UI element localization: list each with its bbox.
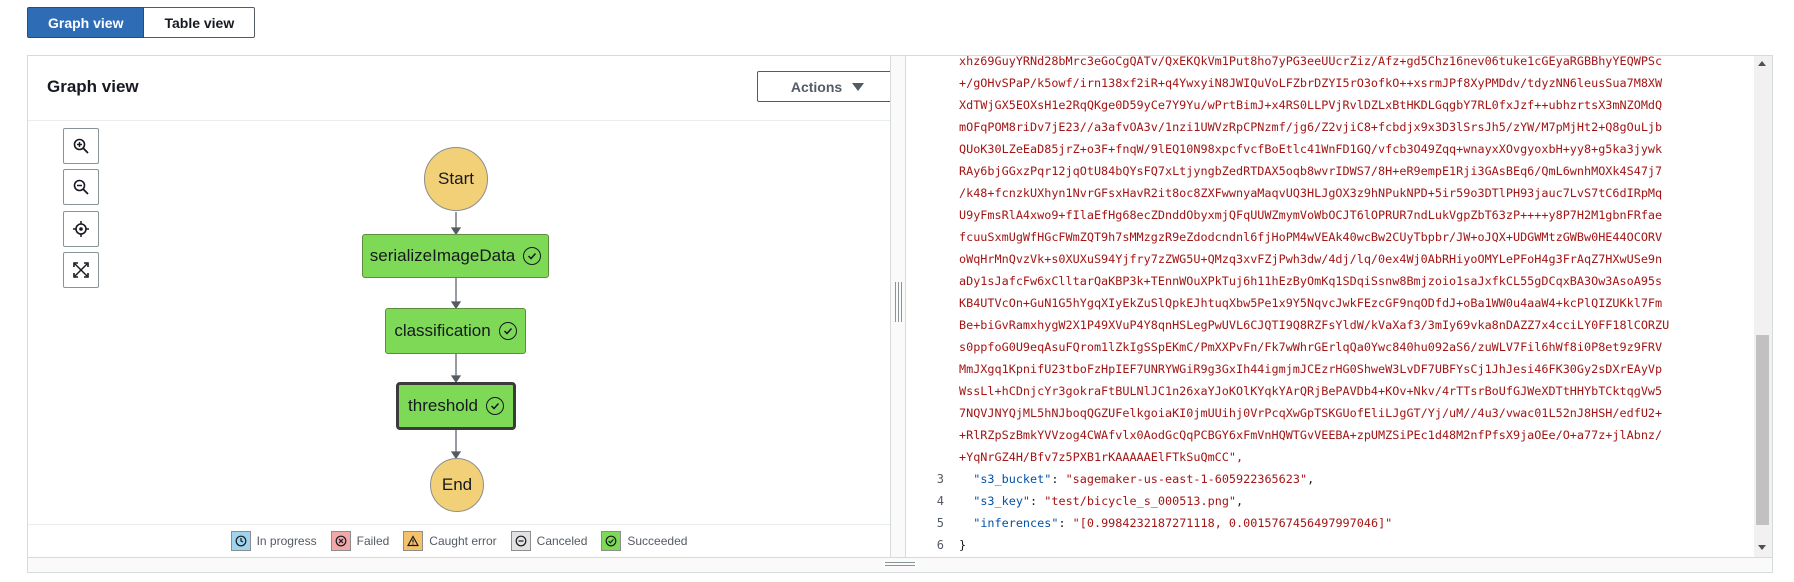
code-line: Be+biGvRamxhygW2X1P49XVuP4Y8qnHSLegPwUVL… [959, 318, 1670, 332]
classification-node[interactable]: classification [385, 308, 526, 354]
code-line: QUoK30LZeEaD85jrZ+o3F+fnqW/9lEQ10N98xpcf… [959, 142, 1663, 156]
clock-icon [230, 531, 251, 551]
legend-label: Failed [356, 534, 390, 548]
start-node[interactable]: Start [424, 147, 488, 211]
scroll-down-icon[interactable] [1758, 545, 1766, 550]
table-view-tab[interactable]: Table view [144, 7, 256, 38]
code-line: mOFqPOM8riDv7jE23//a3afvOA3v/1nzi1UWVzRp… [959, 120, 1663, 134]
code-line: "inferences": "[0.9984232187271118, 0.00… [973, 516, 1393, 530]
classification-node-label: classification [394, 321, 491, 340]
json-punctuation: , [1236, 494, 1244, 508]
end-node-label: End [441, 475, 473, 494]
legend-canceled: Canceled [510, 531, 588, 551]
check-circle-icon [485, 397, 504, 415]
threshold-node-label: threshold [408, 396, 478, 415]
legend-label: In progress [256, 534, 317, 548]
threshold-node[interactable]: threshold [396, 382, 516, 430]
workflow-edges [450, 212, 462, 460]
legend-label: Canceled [536, 534, 588, 548]
json-value: "test/bicycle_s_000513.png" [1044, 494, 1237, 508]
json-key: "inferences" [973, 516, 1059, 530]
code-line: +RlRZpSzBmkYVVzog4CWAfvlx0AodGcQqPCBGY6x… [959, 428, 1663, 442]
output-code-panel[interactable]: xhz69GuyYRNd28bMrc3eGoCgQATv/QxEKQkVm1Pu… [906, 56, 1756, 557]
line-number: 6 [936, 538, 944, 552]
graph-panel: Graph view Actions Start serializeImageD… [28, 56, 898, 557]
line-number: 4 [936, 494, 944, 508]
start-node-label: Start [438, 169, 474, 188]
json-key: "s3_bucket" [973, 472, 1052, 486]
code-line: s0ppfoG0U9eqAsuFQrom1lZkIgSSpEKmC/PmXXPv… [959, 340, 1663, 354]
code-line: U9yFmsRlA4xwo9+fIlaEfHg68ecZDnddObyxmjQF… [959, 208, 1663, 222]
legend-succeeded: Succeeded [601, 531, 687, 551]
code-line: oWqHrMnQvzVk+s0XUXuS94Yjfry7zZWG5U+QMzq3… [959, 252, 1663, 266]
serialize-node-label: serializeImageData [369, 246, 516, 265]
code-line: "s3_bucket": "sagemaker-us-east-1-605922… [973, 472, 1315, 486]
json-value: "sagemaker-us-east-1-605922365623" [1065, 472, 1308, 486]
code-line: aDy1sJafcFw6xClltarQaKBP3k+TEnnWOuXPkTuj… [959, 274, 1663, 288]
line-number: 3 [936, 472, 944, 486]
status-legend: In progress Failed Caught error Canceled… [28, 524, 890, 557]
graph-view-tab[interactable]: Graph view [27, 7, 145, 38]
json-punctuation: , [1307, 472, 1315, 486]
check-icon [601, 531, 622, 551]
legend-failed: Failed [330, 531, 390, 551]
panel-splitter[interactable] [890, 56, 906, 557]
x-icon [330, 531, 351, 551]
legend-label: Succeeded [627, 534, 688, 548]
code-line: WssLl+hCDnjcYr3gokraFtBULNlJC1n26xaYJoKO… [959, 384, 1663, 398]
resize-handle-icon[interactable] [885, 562, 915, 569]
warning-icon [403, 531, 424, 551]
scroll-up-icon[interactable] [1758, 61, 1766, 66]
code-scrollbar-thumb[interactable] [1756, 335, 1769, 525]
code-line: "s3_key": "test/bicycle_s_000513.png", [973, 494, 1244, 508]
code-line: fcuuSxmUgWfHGcFWmZQT9h7sMMzgzR9eZdodcndn… [959, 230, 1663, 244]
code-line: XdTWjGX5EOXsH1e2RqQKge0D59yCe7Y9Yu/wPrtB… [959, 98, 1663, 112]
code-line: /k48+fcnzkUXhyn1NvrGFsxHavR2it8oc8ZXFwwn… [959, 186, 1663, 200]
drag-handle-icon [895, 282, 902, 322]
code-line: +YqNrGZ4H/Bfv7z5PXB1rKAAAAAElFTkSuQmCC", [959, 450, 1244, 464]
view-toggle: Graph view Table view [27, 7, 256, 38]
check-circle-icon [523, 247, 542, 265]
code-line: } [959, 534, 966, 556]
legend-in-progress: In progress [230, 531, 317, 551]
code-line: RAy6bjGGxzPqr12jqOtU84bQYsFQ7xLtjyngbZed… [959, 164, 1663, 178]
end-node[interactable]: End [430, 458, 484, 512]
json-key: "s3_key" [973, 494, 1031, 508]
code-line: KB4UTVcOn+GuN1G5hYgqXIyEkZuSlQpkEJhtuqXb… [959, 296, 1663, 310]
legend-caught-error: Caught error [403, 531, 497, 551]
code-line: +/gOHvSPaP/k5owf/irn138xf2iR+q4YwxyiN8JW… [959, 76, 1663, 90]
legend-label: Caught error [429, 534, 497, 548]
line-number: 5 [936, 516, 944, 530]
serialize-image-data-node[interactable]: serializeImageData [362, 234, 549, 278]
code-line: MmJXgq1KpnifU23tboFzHpIEF7UNRYWGiR9g3GxI… [959, 362, 1663, 376]
json-punctuation: } [959, 538, 967, 552]
code-line: xhz69GuyYRNd28bMrc3eGoCgQATv/QxEKQkVm1Pu… [959, 56, 1663, 68]
json-value: "[0.9984232187271118, 0.0015767456497997… [1072, 516, 1393, 530]
check-circle-icon [498, 322, 517, 340]
minus-icon [510, 531, 531, 551]
code-line: 7NQVJNYQjML5hNJboqQGZUFelkgoiaKI0jmUUihj… [959, 406, 1663, 420]
